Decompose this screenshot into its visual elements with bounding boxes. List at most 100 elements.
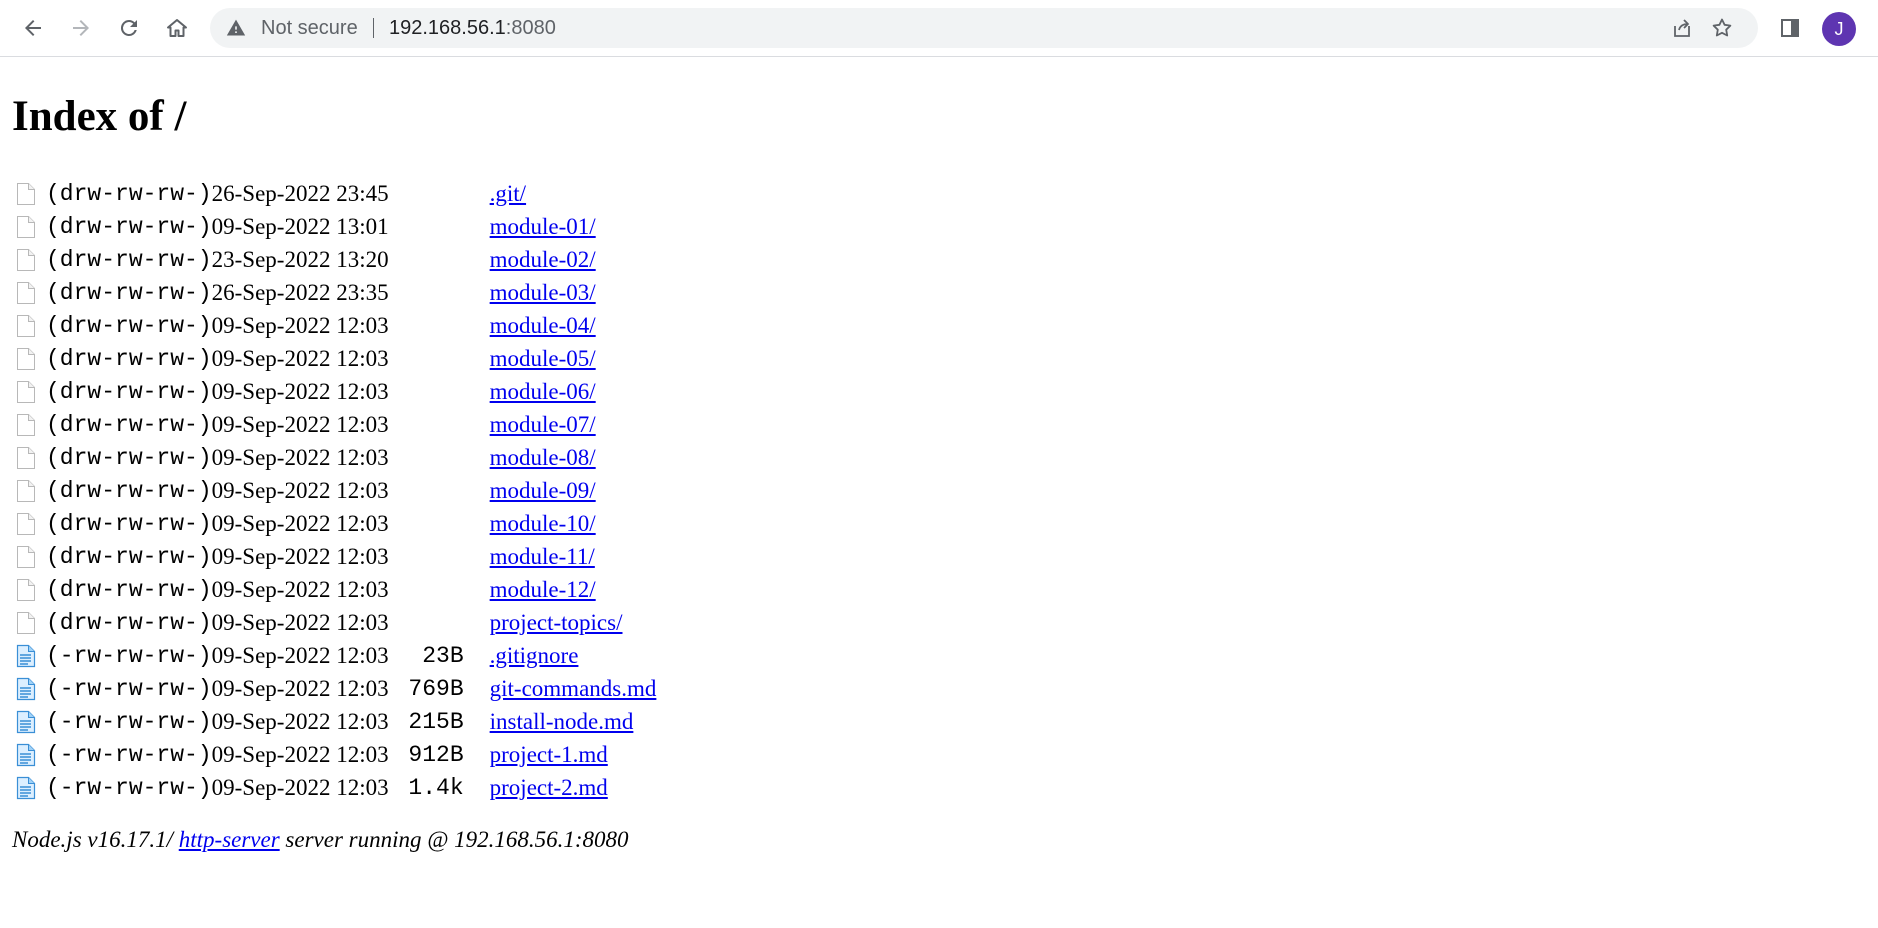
file-size: 23B xyxy=(422,642,464,669)
folder-icon xyxy=(16,375,46,408)
folder-icon xyxy=(16,243,46,276)
address-bar[interactable]: Not secure 192.168.56.1:8080 xyxy=(210,8,1758,48)
listing-row: (drw-rw-rw-) 26-Sep-2022 23:35 module-03/ xyxy=(16,276,656,309)
file-icon xyxy=(16,672,46,705)
permissions-text: (drw-rw-rw-) xyxy=(46,576,212,603)
file-link[interactable]: git-commands.md xyxy=(490,676,657,701)
modified-date: 09-Sep-2022 12:03 xyxy=(211,378,389,404)
folder-link[interactable]: module-08/ xyxy=(490,445,596,470)
permissions-text: (-rw-rw-rw-) xyxy=(46,675,212,702)
folder-link[interactable]: module-07/ xyxy=(490,412,596,437)
file-icon xyxy=(16,738,46,771)
folder-link[interactable]: module-10/ xyxy=(490,511,596,536)
permissions-text: (drw-rw-rw-) xyxy=(46,411,212,438)
address-divider xyxy=(373,18,374,38)
modified-date: 09-Sep-2022 12:03 xyxy=(211,510,389,536)
modified-date: 09-Sep-2022 12:03 xyxy=(211,675,389,701)
listing-row: (drw-rw-rw-) 09-Sep-2022 12:03 module-07/ xyxy=(16,408,656,441)
folder-icon xyxy=(16,441,46,474)
forward-arrow-icon xyxy=(73,20,89,36)
folder-link[interactable]: module-11/ xyxy=(490,544,595,569)
file-link[interactable]: install-node.md xyxy=(490,709,634,734)
entry-name-cell: module-08/ xyxy=(464,441,657,474)
file-size xyxy=(392,573,464,606)
permissions-text: (-rw-rw-rw-) xyxy=(46,708,212,735)
file-size xyxy=(392,540,464,573)
permissions-text: (drw-rw-rw-) xyxy=(46,279,212,306)
folder-link[interactable]: module-06/ xyxy=(490,379,596,404)
modified-date: 09-Sep-2022 12:03 xyxy=(211,774,389,800)
folder-link[interactable]: module-03/ xyxy=(490,280,596,305)
permissions-text: (-rw-rw-rw-) xyxy=(46,642,212,669)
folder-link[interactable]: .git/ xyxy=(490,181,526,206)
file-size xyxy=(392,375,464,408)
entry-name-cell: project-2.md xyxy=(464,771,657,804)
reload-button[interactable] xyxy=(109,8,149,48)
file-size xyxy=(392,309,464,342)
file-link[interactable]: .gitignore xyxy=(490,643,579,668)
file-size: 215B xyxy=(408,708,464,735)
back-button[interactable] xyxy=(13,8,53,48)
forward-button[interactable] xyxy=(61,8,101,48)
home-icon xyxy=(167,19,187,37)
file-size xyxy=(392,441,464,474)
file-size: 769B xyxy=(408,675,464,702)
file-size xyxy=(392,177,464,210)
file-link[interactable]: project-2.md xyxy=(490,775,608,800)
side-panel-button[interactable] xyxy=(1770,8,1810,48)
footer-prefix: Node.js v16.17.1/ xyxy=(12,827,179,852)
folder-icon xyxy=(16,540,46,573)
side-panel-icon xyxy=(1781,19,1799,37)
browser-toolbar: Not secure 192.168.56.1:8080 J xyxy=(0,0,1878,57)
folder-icon xyxy=(16,342,46,375)
url-host: 192.168.56.1 xyxy=(389,17,506,39)
entry-name-cell: module-12/ xyxy=(464,573,657,606)
folder-link[interactable]: module-02/ xyxy=(490,247,596,272)
url-text[interactable]: 192.168.56.1:8080 xyxy=(389,8,556,48)
file-link[interactable]: project-1.md xyxy=(490,742,608,767)
modified-date: 09-Sep-2022 12:03 xyxy=(211,741,389,767)
home-button[interactable] xyxy=(157,8,197,48)
folder-link[interactable]: module-04/ xyxy=(490,313,596,338)
listing-row: (drw-rw-rw-) 26-Sep-2022 23:45 .git/ xyxy=(16,177,656,210)
file-size xyxy=(392,243,464,276)
entry-name-cell: install-node.md xyxy=(464,705,657,738)
profile-avatar[interactable]: J xyxy=(1822,12,1856,46)
folder-link[interactable]: module-09/ xyxy=(490,478,596,503)
url-port: :8080 xyxy=(505,17,556,39)
modified-date: 09-Sep-2022 12:03 xyxy=(211,576,389,602)
server-footer: Node.js v16.17.1/ http-server server run… xyxy=(12,827,629,853)
folder-link[interactable]: module-05/ xyxy=(490,346,596,371)
folder-link[interactable]: project-topics/ xyxy=(490,610,623,635)
modified-date: 09-Sep-2022 12:03 xyxy=(211,345,389,371)
listing-body: (drw-rw-rw-) 26-Sep-2022 23:45 .git/ (drw-r… xyxy=(16,177,656,804)
folder-icon xyxy=(16,474,46,507)
listing-row: (-rw-rw-rw-) 09-Sep-2022 12:03 769B git-com… xyxy=(16,672,656,705)
modified-date: 09-Sep-2022 12:03 xyxy=(211,312,389,338)
modified-date: 09-Sep-2022 12:03 xyxy=(211,411,389,437)
folder-icon xyxy=(16,309,46,342)
listing-row: (drw-rw-rw-) 09-Sep-2022 12:03 module-08/ xyxy=(16,441,656,474)
entry-name-cell: project-1.md xyxy=(464,738,657,771)
file-size xyxy=(392,342,464,375)
modified-date: 09-Sep-2022 12:03 xyxy=(211,708,389,734)
listing-row: (drw-rw-rw-) 09-Sep-2022 12:03 project-top… xyxy=(16,606,656,639)
bookmark-star-icon[interactable] xyxy=(1710,16,1734,40)
file-icon xyxy=(16,705,46,738)
modified-date: 09-Sep-2022 12:03 xyxy=(211,477,389,503)
permissions-text: (drw-rw-rw-) xyxy=(46,543,212,570)
entry-name-cell: project-topics/ xyxy=(464,606,657,639)
listing-row: (drw-rw-rw-) 09-Sep-2022 12:03 module-11/ xyxy=(16,540,656,573)
folder-link[interactable]: module-01/ xyxy=(490,214,596,239)
permissions-text: (-rw-rw-rw-) xyxy=(46,774,212,801)
back-arrow-icon xyxy=(25,20,41,36)
http-server-link[interactable]: http-server xyxy=(179,827,280,852)
folder-icon xyxy=(16,507,46,540)
file-size xyxy=(392,474,464,507)
share-icon[interactable] xyxy=(1670,16,1694,40)
listing-row: (-rw-rw-rw-) 09-Sep-2022 12:03 215B install… xyxy=(16,705,656,738)
entry-name-cell: module-04/ xyxy=(464,309,657,342)
security-status-label[interactable]: Not secure xyxy=(261,8,358,48)
entry-name-cell: .gitignore xyxy=(464,639,657,672)
folder-link[interactable]: module-12/ xyxy=(490,577,596,602)
